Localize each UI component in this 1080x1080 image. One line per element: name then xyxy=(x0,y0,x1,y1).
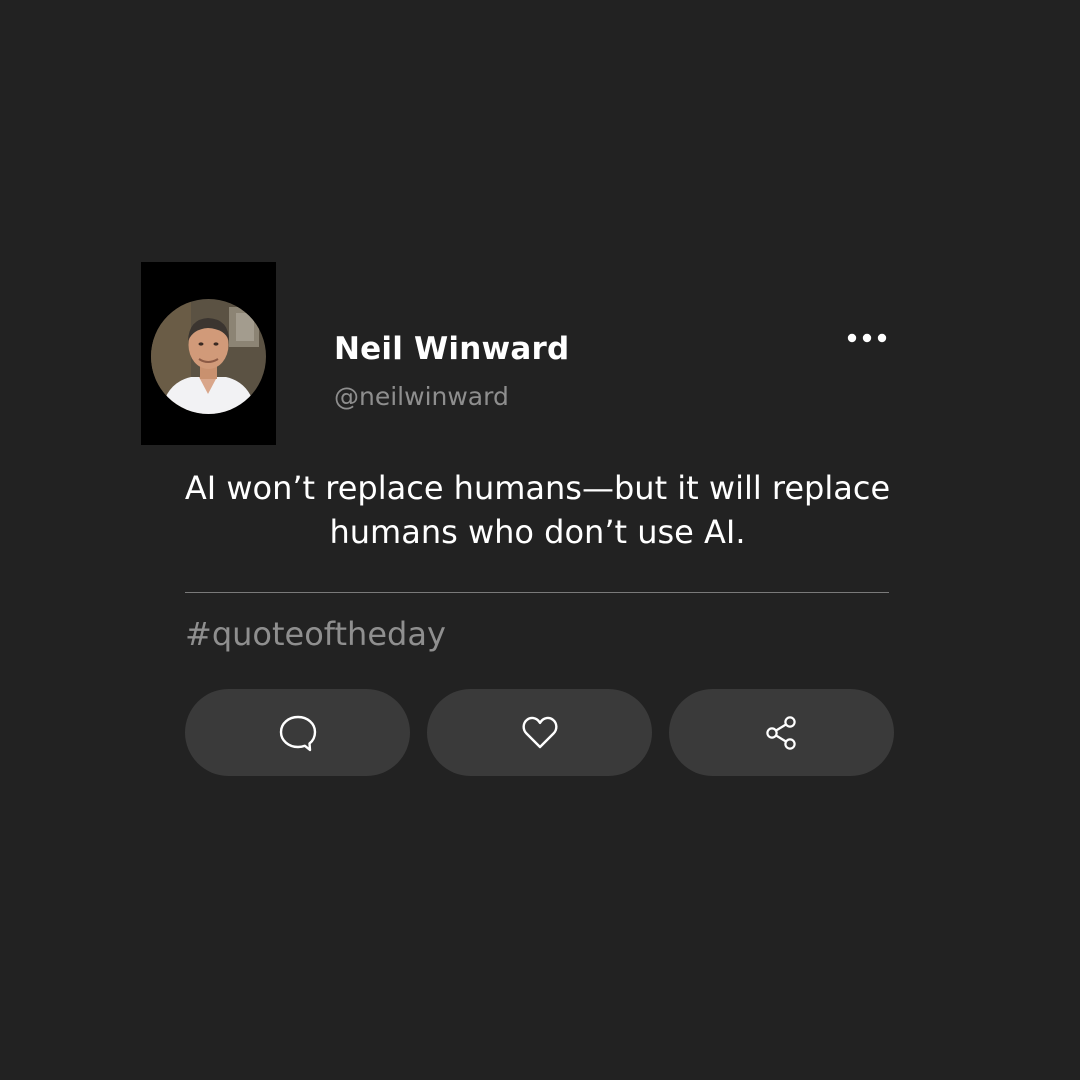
share-button[interactable] xyxy=(669,689,894,776)
author-handle[interactable]: @neilwinward xyxy=(334,382,509,411)
more-horizontal-icon xyxy=(847,333,887,343)
divider xyxy=(185,592,889,593)
share-icon xyxy=(765,715,796,750)
author-name[interactable]: Neil Winward xyxy=(334,331,569,367)
heart-icon xyxy=(521,716,558,748)
hashtag-link[interactable]: #quoteoftheday xyxy=(185,615,446,653)
post-text: AI won’t replace humans—but it will repl… xyxy=(184,469,891,551)
avatar-frame xyxy=(141,262,276,445)
more-options-button[interactable] xyxy=(840,322,894,354)
speech-bubble-icon xyxy=(279,715,316,751)
avatar-photo xyxy=(151,299,266,414)
like-button[interactable] xyxy=(427,689,652,776)
comment-button[interactable] xyxy=(185,689,410,776)
avatar[interactable] xyxy=(151,299,266,414)
